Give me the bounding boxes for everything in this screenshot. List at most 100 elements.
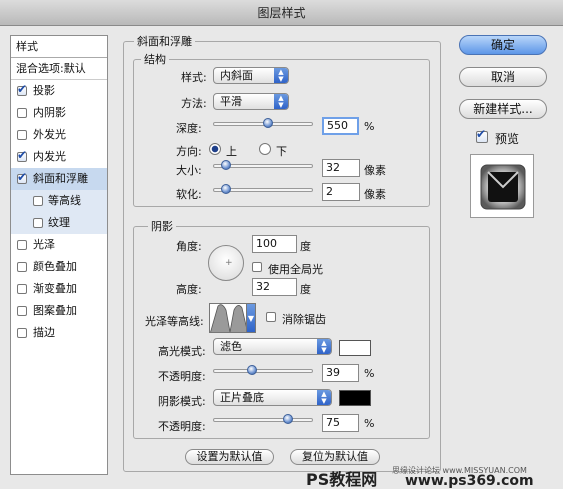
altitude-label: 高度: xyxy=(176,283,202,296)
shading-title: 阴影 xyxy=(148,218,176,234)
sidebar-item-gradient-overlay[interactable]: 渐变叠加 xyxy=(11,278,107,300)
angle-unit: 度 xyxy=(300,240,311,253)
chevron-updown-icon: ▲ ▼ xyxy=(317,390,331,405)
technique-label: 方法: xyxy=(181,97,207,110)
outer-glow-checkbox[interactable] xyxy=(17,130,27,140)
depth-slider[interactable] xyxy=(213,117,313,131)
window-title: 图层样式 xyxy=(257,6,306,20)
depth-label: 深度: xyxy=(176,122,202,135)
sidebar-header[interactable]: 样式 xyxy=(11,36,107,58)
sidebar-item-inner-shadow[interactable]: 内阴影 xyxy=(11,102,107,124)
inner-shadow-checkbox[interactable] xyxy=(17,108,27,118)
altitude-input[interactable]: 32 xyxy=(252,278,297,296)
set-default-button[interactable]: 设置为默认值 xyxy=(185,449,274,465)
highlight-opacity-unit: % xyxy=(364,367,375,380)
highlight-opacity-label: 不透明度: xyxy=(158,370,206,383)
ok-button[interactable]: 确定 xyxy=(459,35,547,55)
color-overlay-checkbox[interactable] xyxy=(17,262,27,272)
technique-select[interactable]: 平滑 ▲ ▼ xyxy=(213,93,289,110)
direction-down-label: 下 xyxy=(276,145,287,158)
sidebar-item-drop-shadow[interactable]: ✔ 投影 xyxy=(11,80,107,102)
antialias-label: 消除锯齿 xyxy=(282,313,326,326)
cancel-button[interactable]: 取消 xyxy=(459,67,547,87)
size-slider-thumb[interactable] xyxy=(221,160,231,170)
depth-input[interactable]: 550 xyxy=(322,117,359,135)
highlight-color-swatch[interactable] xyxy=(339,340,371,356)
watermark-url: www.ps369.com xyxy=(405,473,534,489)
soften-slider[interactable] xyxy=(213,183,313,197)
direction-label: 方向: xyxy=(176,145,202,158)
watermark-left: PS教程网 xyxy=(306,470,378,489)
size-label: 大小: xyxy=(176,164,202,177)
shadow-opacity-slider-thumb[interactable] xyxy=(283,414,293,424)
sidebar-item-stroke[interactable]: 描边 xyxy=(11,322,107,344)
shadow-opacity-label: 不透明度: xyxy=(158,420,206,433)
direction-down-radio[interactable] xyxy=(259,143,271,155)
drop-shadow-checkbox[interactable]: ✔ xyxy=(17,83,27,96)
gloss-contour-picker[interactable] xyxy=(209,303,247,333)
sidebar-item-bevel-emboss[interactable]: ✔ 斜面和浮雕 xyxy=(11,168,107,190)
chevron-updown-icon: ▲ ▼ xyxy=(274,68,288,83)
sidebar-item-satin[interactable]: 光泽 xyxy=(11,234,107,256)
global-light-checkbox[interactable] xyxy=(252,262,262,272)
sidebar-item-color-overlay[interactable]: 颜色叠加 xyxy=(11,256,107,278)
highlight-opacity-slider[interactable] xyxy=(213,364,313,378)
soften-label: 软化: xyxy=(176,188,202,201)
shadow-opacity-unit: % xyxy=(364,417,375,430)
soften-slider-thumb[interactable] xyxy=(221,184,231,194)
soften-unit: 像素 xyxy=(364,188,386,201)
texture-checkbox[interactable] xyxy=(33,218,43,228)
chevron-updown-icon: ▲ ▼ xyxy=(274,94,288,109)
shadow-opacity-slider[interactable] xyxy=(213,413,313,427)
shadow-opacity-input[interactable]: 75 xyxy=(322,414,359,432)
sidebar-item-pattern-overlay[interactable]: 图案叠加 xyxy=(11,300,107,322)
pattern-overlay-checkbox[interactable] xyxy=(17,306,27,316)
highlight-opacity-slider-thumb[interactable] xyxy=(247,365,257,375)
preview-label: 预览 xyxy=(495,132,520,146)
shadow-color-swatch[interactable] xyxy=(339,390,371,406)
soften-input[interactable]: 2 xyxy=(322,183,360,201)
angle-dial[interactable]: + xyxy=(208,245,244,281)
size-slider[interactable] xyxy=(213,159,313,173)
shadow-mode-label: 阴影模式: xyxy=(158,395,206,408)
gloss-contour-dropdown[interactable]: ▼ xyxy=(246,303,256,333)
antialias-checkbox[interactable] xyxy=(266,312,276,322)
angle-input[interactable]: 100 xyxy=(252,235,297,253)
styles-sidebar: 样式 混合选项:默认 ✔ 投影 内阴影 外发光 ✔ 内发光 ✔ 斜面和浮雕 等高线 纹… xyxy=(10,35,108,475)
bevel-emboss-checkbox[interactable]: ✔ xyxy=(17,171,27,184)
style-label: 样式: xyxy=(181,71,207,84)
highlight-opacity-input[interactable]: 39 xyxy=(322,364,359,382)
highlight-mode-label: 高光模式: xyxy=(158,345,206,358)
shadow-mode-select[interactable]: 正片叠底 ▲ ▼ xyxy=(213,389,332,406)
preview-checkbox[interactable]: ✔ xyxy=(476,128,488,143)
sidebar-item-outer-glow[interactable]: 外发光 xyxy=(11,124,107,146)
global-light-label: 使用全局光 xyxy=(268,263,323,276)
style-select[interactable]: 内斜面 ▲ ▼ xyxy=(213,67,289,84)
bevel-emboss-title: 斜面和浮雕 xyxy=(134,33,195,49)
sidebar-item-contour[interactable]: 等高线 xyxy=(11,190,107,212)
style-preview xyxy=(470,154,534,218)
new-style-button[interactable]: 新建样式... xyxy=(459,99,547,119)
angle-label: 角度: xyxy=(176,240,202,253)
depth-slider-thumb[interactable] xyxy=(263,118,273,128)
sidebar-item-inner-glow[interactable]: ✔ 内发光 xyxy=(11,146,107,168)
inner-glow-checkbox[interactable]: ✔ xyxy=(17,149,27,162)
sidebar-item-blending-options[interactable]: 混合选项:默认 xyxy=(11,58,107,80)
sidebar-item-texture[interactable]: 纹理 xyxy=(11,212,107,234)
contour-checkbox[interactable] xyxy=(33,196,43,206)
size-input[interactable]: 32 xyxy=(322,159,360,177)
stroke-checkbox[interactable] xyxy=(17,328,27,338)
reset-default-button[interactable]: 复位为默认值 xyxy=(290,449,380,465)
chevron-updown-icon: ▲ ▼ xyxy=(317,339,331,354)
satin-checkbox[interactable] xyxy=(17,240,27,250)
gradient-overlay-checkbox[interactable] xyxy=(17,284,27,294)
structure-title: 结构 xyxy=(141,51,169,67)
gloss-contour-label: 光泽等高线: xyxy=(145,315,204,328)
chevron-down-icon: ▼ xyxy=(247,314,255,323)
preview-thumbnail xyxy=(480,164,526,210)
direction-up-radio[interactable] xyxy=(209,143,221,155)
highlight-mode-select[interactable]: 滤色 ▲ ▼ xyxy=(213,338,332,355)
altitude-unit: 度 xyxy=(300,283,311,296)
depth-unit: % xyxy=(364,120,375,133)
size-unit: 像素 xyxy=(364,164,386,177)
